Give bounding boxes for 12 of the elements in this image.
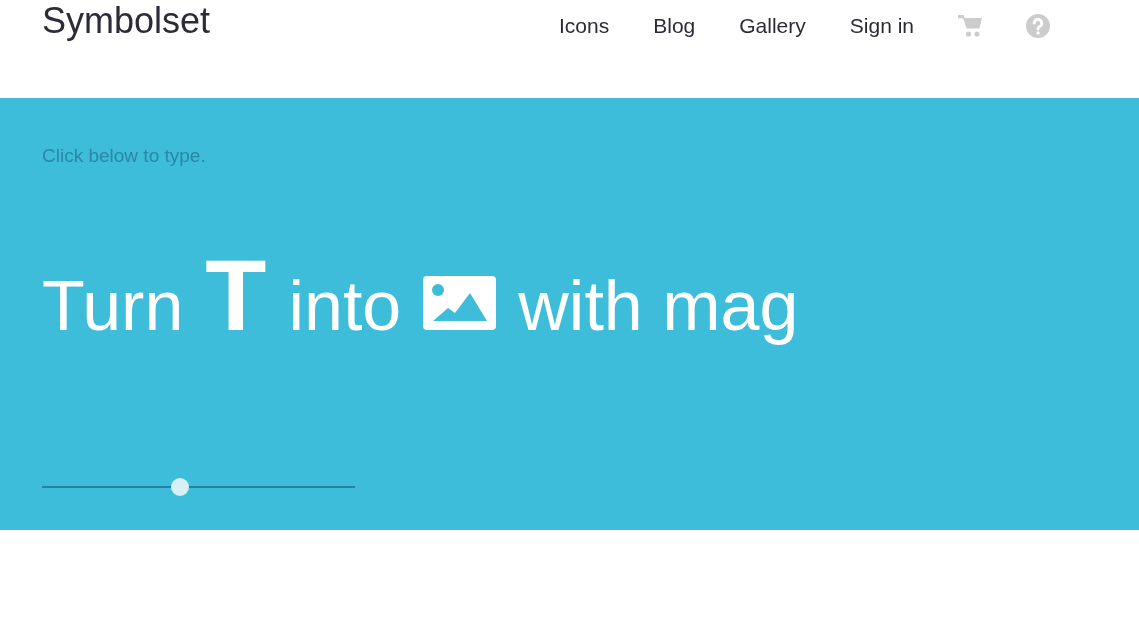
slider-thumb[interactable] xyxy=(170,478,189,496)
nav-link[interactable]: Blog xyxy=(653,14,696,38)
nav-link[interactable]: Gallery xyxy=(739,14,806,38)
text-glyph: T xyxy=(205,245,267,345)
nav-link[interactable]: Icons xyxy=(559,14,610,38)
cart-icon[interactable] xyxy=(958,15,982,37)
nav-link[interactable]: Sign in xyxy=(849,14,914,38)
typed-text: Turn xyxy=(42,271,184,341)
picture-icon xyxy=(423,276,497,330)
typed-text: into xyxy=(288,271,402,341)
site-logo[interactable]: Symbolset xyxy=(42,1,211,41)
help-icon[interactable] xyxy=(1026,14,1050,38)
